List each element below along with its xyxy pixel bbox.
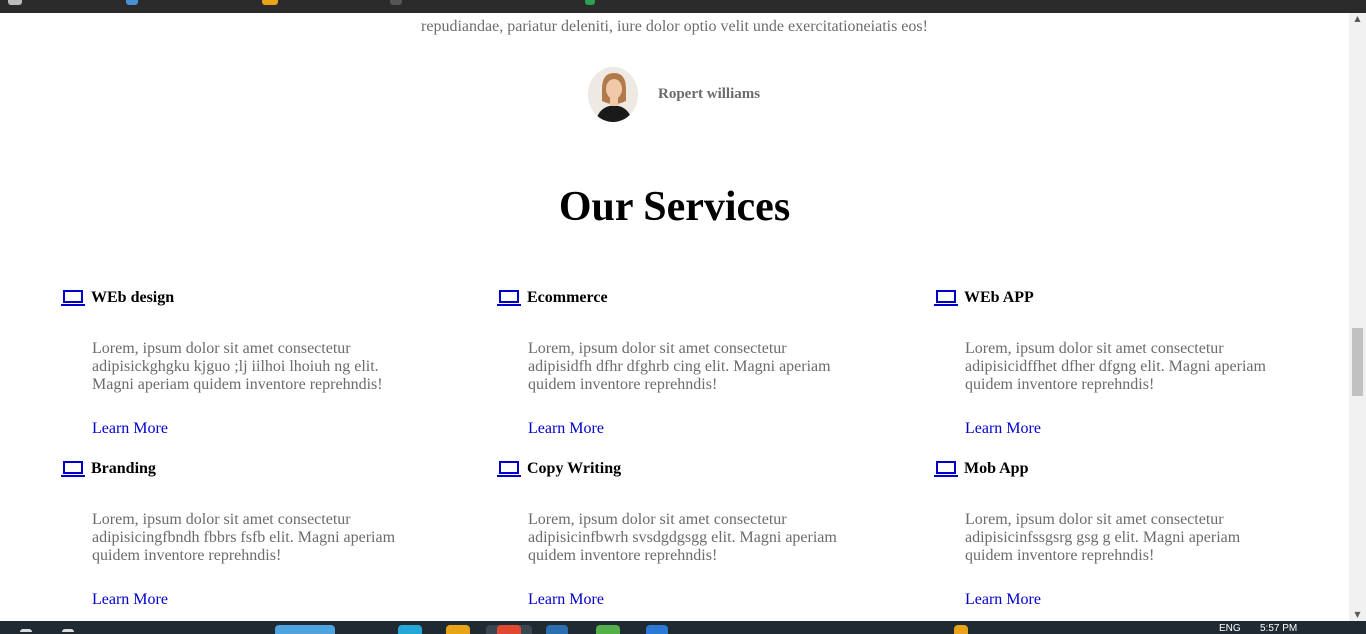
service-header: WEb APP <box>934 288 1295 308</box>
service-header: Copy Writing <box>497 459 858 479</box>
learn-more-link[interactable]: Learn More <box>528 420 604 438</box>
service-title: Mob App <box>964 460 1029 477</box>
start-icon[interactable] <box>20 629 32 632</box>
service-title: WEb APP <box>964 289 1034 306</box>
app-icon[interactable] <box>546 625 568 634</box>
browser-top-bar <box>0 0 1366 13</box>
app-icon[interactable] <box>954 625 968 634</box>
service-title: Branding <box>91 460 156 477</box>
service-card: WEb APP Lorem, ipsum dolor sit amet conse… <box>934 288 1295 438</box>
service-title: Ecommerce <box>527 289 608 306</box>
author-name: Ropert williams <box>658 86 761 102</box>
service-header: Mob App <box>934 459 1295 479</box>
search-box[interactable] <box>275 625 335 634</box>
testimonial-author: Ropert williams <box>588 67 760 122</box>
folder-icon[interactable] <box>446 625 470 634</box>
service-header: Ecommerce <box>497 288 858 308</box>
app-icon[interactable] <box>398 625 422 634</box>
learn-more-link[interactable]: Learn More <box>528 591 604 609</box>
laptop-icon <box>61 290 85 306</box>
app-icon[interactable] <box>126 0 138 5</box>
service-description: Lorem, ipsum dolor sit amet consectetur … <box>965 511 1241 564</box>
chrome-icon[interactable] <box>497 625 521 634</box>
laptop-icon <box>934 461 958 477</box>
language-indicator[interactable]: ENG <box>1219 623 1241 634</box>
laptop-icon <box>61 461 85 477</box>
laptop-icon <box>934 290 958 306</box>
service-header: Branding <box>61 459 422 479</box>
app-icon[interactable] <box>8 0 22 5</box>
learn-more-link[interactable]: Learn More <box>92 420 168 438</box>
testimonial-text: repudiandae, pariatur deleniti, iure dol… <box>421 18 928 35</box>
service-description: Lorem, ipsum dolor sit amet consectetur … <box>965 340 1266 393</box>
service-card: Copy Writing Lorem, ipsum dolor sit amet … <box>497 459 858 609</box>
service-card: Ecommerce Lorem, ipsum dolor sit amet con… <box>497 288 858 438</box>
laptop-icon <box>497 290 521 306</box>
page-viewport: repudiandae, pariatur deleniti, iure dol… <box>0 13 1349 621</box>
app-icon[interactable] <box>390 0 402 5</box>
avatar <box>588 67 638 122</box>
service-description: Lorem, ipsum dolor sit amet consectetur … <box>92 511 396 564</box>
page-title: Our Services <box>558 184 791 230</box>
search-icon[interactable] <box>62 629 74 632</box>
app-icon[interactable] <box>585 0 595 5</box>
service-description: Lorem, ipsum dolor sit amet consectetur … <box>528 340 831 393</box>
scroll-up-arrow-icon[interactable]: ▲ <box>1349 13 1366 25</box>
scroll-down-arrow-icon[interactable]: ▼ <box>1349 609 1366 621</box>
learn-more-link[interactable]: Learn More <box>965 591 1041 609</box>
service-card: Mob App Lorem, ipsum dolor sit amet conse… <box>934 459 1295 609</box>
laptop-icon <box>497 461 521 477</box>
vscode-icon[interactable] <box>646 625 668 634</box>
app-icon[interactable] <box>596 625 620 634</box>
scroll-thumb[interactable] <box>1352 328 1363 396</box>
service-card: Branding Lorem, ipsum dolor sit amet cons… <box>61 459 422 609</box>
service-title: Copy Writing <box>527 460 622 477</box>
taskbar: ENG 5:57 PM <box>0 621 1366 634</box>
service-description: Lorem, ipsum dolor sit amet consectetur … <box>528 511 837 564</box>
service-header: WEb design <box>61 288 422 308</box>
service-card: WEb design Lorem, ipsum dolor sit amet co… <box>61 288 422 438</box>
vertical-scrollbar[interactable]: ▲ ▼ <box>1349 13 1366 621</box>
learn-more-link[interactable]: Learn More <box>965 420 1041 438</box>
clock[interactable]: 5:57 PM <box>1260 623 1297 634</box>
service-title: WEb design <box>91 289 175 306</box>
service-description: Lorem, ipsum dolor sit amet consectetur … <box>92 340 383 393</box>
learn-more-link[interactable]: Learn More <box>92 591 168 609</box>
folder-icon[interactable] <box>262 0 278 5</box>
